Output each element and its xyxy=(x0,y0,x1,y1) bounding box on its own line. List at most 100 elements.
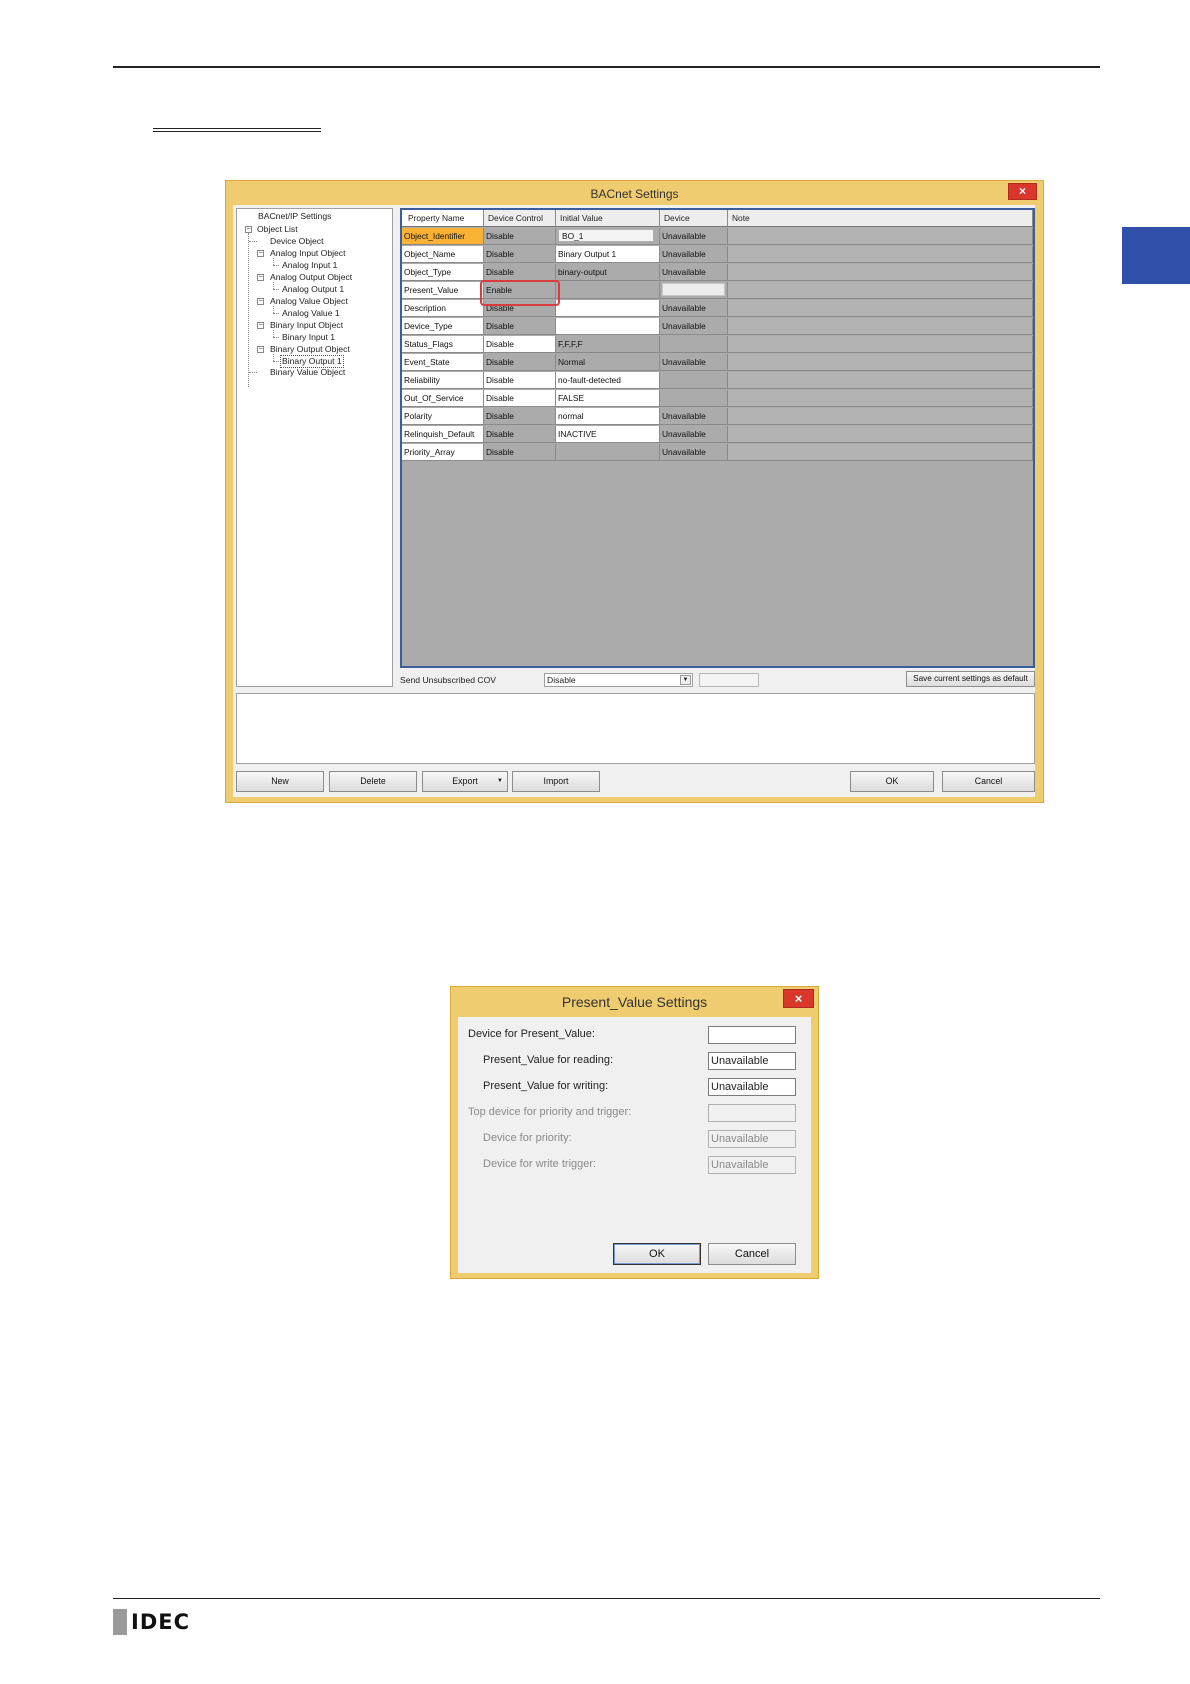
cell-initial-value[interactable]: INACTIVE xyxy=(556,426,660,443)
cell-device[interactable]: Unavailable xyxy=(660,444,728,461)
table-row[interactable]: Polarity Disable normal Unavailable xyxy=(402,408,1033,426)
cell-device-control[interactable]: Disable xyxy=(484,426,556,443)
cell-device-control[interactable]: Disable xyxy=(484,318,556,335)
cancel-button[interactable]: Cancel xyxy=(708,1243,796,1265)
cell-note[interactable] xyxy=(728,408,1033,425)
cell-device[interactable]: Unavailable xyxy=(660,408,728,425)
tree-item-binary-input-1[interactable]: Binary Input 1 xyxy=(282,332,335,343)
cell-device-control[interactable]: Disable xyxy=(484,372,556,389)
property-grid[interactable]: Property Name Device Control Initial Val… xyxy=(400,208,1035,668)
tree-item-binary-value-object[interactable]: Binary Value Object xyxy=(270,367,345,378)
header-note[interactable]: Note xyxy=(728,210,1033,227)
cell-note[interactable] xyxy=(728,228,1033,245)
cell-device-control[interactable]: Disable xyxy=(484,408,556,425)
cell-device[interactable] xyxy=(660,372,728,389)
cell-note[interactable] xyxy=(728,354,1033,371)
collapse-icon[interactable]: − xyxy=(257,274,264,281)
cell-device[interactable] xyxy=(660,336,728,353)
cell-note[interactable] xyxy=(728,246,1033,263)
cell-note[interactable] xyxy=(728,318,1033,335)
cell-initial-value[interactable]: BO_1 xyxy=(556,228,660,245)
table-row[interactable]: Object_Name Disable Binary Output 1 Unav… xyxy=(402,246,1033,264)
tree-item-bacnet-ip-settings[interactable]: BACnet/IP Settings xyxy=(258,211,331,222)
header-initial-value[interactable]: Initial Value xyxy=(556,210,660,227)
ok-button[interactable]: OK xyxy=(850,771,934,792)
tree-item-analog-output-object[interactable]: Analog Output Object xyxy=(270,272,352,283)
tree-item-analog-value-1[interactable]: Analog Value 1 xyxy=(282,308,340,319)
export-button[interactable]: Export ▼ xyxy=(422,771,508,792)
collapse-icon[interactable]: − xyxy=(245,226,252,233)
cell-note[interactable] xyxy=(728,264,1033,281)
cell-device[interactable] xyxy=(660,390,728,407)
cell-device-control[interactable]: Disable xyxy=(484,264,556,281)
table-row[interactable]: Relinquish_Default Disable INACTIVE Unav… xyxy=(402,426,1033,444)
cell-initial-value[interactable] xyxy=(556,444,660,461)
cell-device-control[interactable]: Disable xyxy=(484,228,556,245)
cell-note[interactable] xyxy=(728,426,1033,443)
table-row[interactable]: Priority_Array Disable Unavailable xyxy=(402,444,1033,462)
close-icon[interactable]: × xyxy=(783,989,814,1008)
cell-initial-value[interactable] xyxy=(556,300,660,317)
tree-item-analog-output-1[interactable]: Analog Output 1 xyxy=(282,284,344,295)
table-row[interactable]: Reliability Disable no-fault-detected xyxy=(402,372,1033,390)
import-button[interactable]: Import xyxy=(512,771,600,792)
cell-device[interactable] xyxy=(660,282,728,299)
cell-device-control[interactable]: Disable xyxy=(484,246,556,263)
tree-item-binary-input-object[interactable]: Binary Input Object xyxy=(270,320,343,331)
cell-initial-value[interactable]: binary-output xyxy=(556,264,660,281)
cell-note[interactable] xyxy=(728,300,1033,317)
cell-device-control[interactable]: Disable xyxy=(484,336,556,353)
cell-initial-value[interactable]: Binary Output 1 xyxy=(556,246,660,263)
table-row[interactable]: Event_State Disable Normal Unavailable xyxy=(402,354,1033,372)
cell-initial-value[interactable] xyxy=(556,318,660,335)
cell-device[interactable]: Unavailable xyxy=(660,354,728,371)
cell-initial-value[interactable]: Normal xyxy=(556,354,660,371)
header-device-control[interactable]: Device Control xyxy=(484,210,556,227)
cell-note[interactable] xyxy=(728,282,1033,299)
cell-device-control[interactable]: Disable xyxy=(484,444,556,461)
cell-device[interactable]: Unavailable xyxy=(660,246,728,263)
initial-value-input[interactable]: BO_1 xyxy=(558,229,654,242)
tree-item-object-list[interactable]: Object List xyxy=(257,224,298,235)
cov-select[interactable]: Disable ▼ xyxy=(544,673,693,687)
device-input[interactable] xyxy=(662,283,725,296)
collapse-icon[interactable]: − xyxy=(257,322,264,329)
cell-initial-value[interactable]: F,F,F,F xyxy=(556,336,660,353)
cell-device-control[interactable]: Disable xyxy=(484,354,556,371)
cell-device[interactable]: Unavailable xyxy=(660,300,728,317)
chevron-down-icon[interactable]: ▼ xyxy=(680,675,691,685)
cov-extra-field[interactable] xyxy=(699,673,759,687)
ok-button[interactable]: OK xyxy=(613,1243,701,1265)
cell-device[interactable]: Unavailable xyxy=(660,228,728,245)
save-default-button[interactable]: Save current settings as default xyxy=(906,671,1035,687)
collapse-icon[interactable]: − xyxy=(257,250,264,257)
cell-note[interactable] xyxy=(728,390,1033,407)
cell-device[interactable]: Unavailable xyxy=(660,264,728,281)
tree-item-analog-input-1[interactable]: Analog Input 1 xyxy=(282,260,337,271)
table-row[interactable]: Status_Flags Disable F,F,F,F xyxy=(402,336,1033,354)
cell-note[interactable] xyxy=(728,444,1033,461)
cell-note[interactable] xyxy=(728,372,1033,389)
cell-initial-value[interactable]: no-fault-detected xyxy=(556,372,660,389)
table-row[interactable]: Out_Of_Service Disable FALSE xyxy=(402,390,1033,408)
cell-initial-value[interactable]: normal xyxy=(556,408,660,425)
cell-initial-value[interactable]: FALSE xyxy=(556,390,660,407)
cancel-button[interactable]: Cancel xyxy=(942,771,1035,792)
header-device[interactable]: Device xyxy=(660,210,728,227)
delete-button[interactable]: Delete xyxy=(329,771,417,792)
cell-note[interactable] xyxy=(728,336,1033,353)
table-row[interactable]: Object_Identifier Disable BO_1 Unavailab… xyxy=(402,228,1033,246)
new-button[interactable]: New xyxy=(236,771,324,792)
cell-device-control[interactable]: Disable xyxy=(484,390,556,407)
device-input[interactable] xyxy=(708,1026,796,1044)
object-tree[interactable]: BACnet/IP Settings − Object List Device … xyxy=(236,208,393,687)
tree-item-analog-value-object[interactable]: Analog Value Object xyxy=(270,296,348,307)
table-row[interactable]: Device_Type Disable Unavailable xyxy=(402,318,1033,336)
collapse-icon[interactable]: − xyxy=(257,346,264,353)
header-property-name[interactable]: Property Name xyxy=(402,210,484,227)
tree-item-analog-input-object[interactable]: Analog Input Object xyxy=(270,248,346,259)
close-icon[interactable]: × xyxy=(1008,183,1037,200)
collapse-icon[interactable]: − xyxy=(257,298,264,305)
cell-device[interactable]: Unavailable xyxy=(660,318,728,335)
tree-item-binary-output-object[interactable]: Binary Output Object xyxy=(270,344,350,355)
